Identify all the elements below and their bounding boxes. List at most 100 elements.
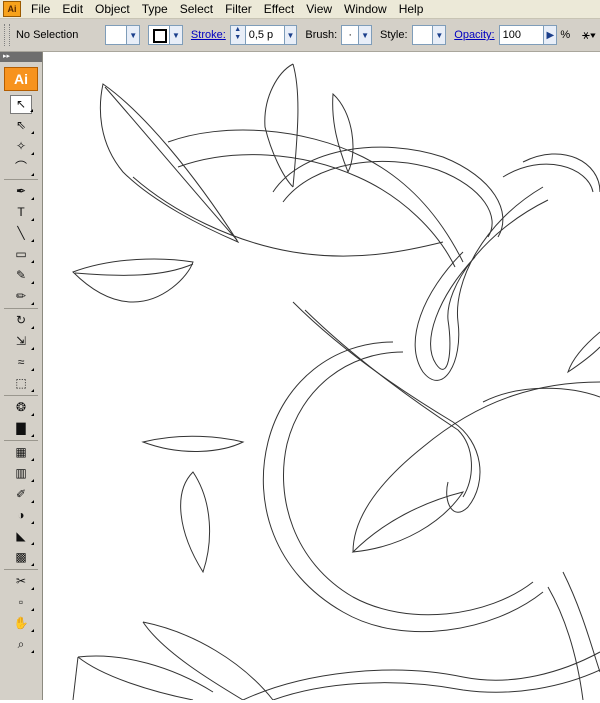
rotate-tool[interactable]: ↻ [10,311,34,330]
isolate-selection-icon[interactable]: ⚹▾ [578,26,600,44]
ribbon-path [562,571,600,673]
chevron-down-icon: ▼ [435,30,444,40]
style-label: Style: [380,29,408,41]
chevron-right-icon: ▶ [546,29,555,41]
warp-icon: ≈ [17,355,25,369]
blend-tool[interactable]: ◑ [10,506,34,525]
tool-separator [4,569,38,570]
app-icon[interactable]: Ai [3,1,21,17]
ribbon-path [283,351,534,616]
rectangle-tool[interactable]: ▭ [10,245,34,264]
ribbon-path [132,176,444,257]
menu-edit[interactable]: Edit [56,0,89,18]
eraser-tool[interactable]: ▫ [10,593,34,612]
brush-dropdown-button[interactable]: ▼ [359,25,373,45]
blend-icon: ◑ [17,508,25,522]
ribbon-path [304,309,472,498]
ribbon-path [272,669,600,701]
zoom-icon: ⌕ [17,637,25,651]
mesh-tool[interactable]: ▦ [10,443,34,462]
selection-icon: ↖ [15,97,27,111]
slice-tool[interactable]: ✂ [10,572,34,591]
chevron-down-icon: ▼ [361,30,370,40]
pen-tool[interactable]: ✒ [10,182,34,201]
gradient-icon: ▥ [15,466,27,480]
ribbon-path [502,163,594,193]
slice-icon: ✂ [15,574,27,588]
direct-selection-tool[interactable]: ⇖ [10,116,34,135]
stroke-swatch[interactable] [148,25,171,45]
menu-select[interactable]: Select [174,0,219,18]
type-tool[interactable]: T [10,203,34,222]
line-icon: ╲ [17,226,25,240]
eraser-icon: ▫ [18,595,24,609]
ribbon-path [262,341,544,633]
column-graph-tool[interactable]: ▇ [10,419,34,438]
live-paint-bucket-tool[interactable]: ◣ [10,527,34,546]
ribbon-path [282,160,493,238]
menu-view[interactable]: View [300,0,338,18]
opacity-input[interactable]: 100 [498,25,545,45]
menu-help[interactable]: Help [393,0,430,18]
leaf-shape [351,491,465,553]
leaf-shape [567,331,600,374]
paintbrush-tool[interactable]: ✎ [10,266,34,285]
control-bar-grip[interactable] [4,24,10,46]
tools-panel-header[interactable]: ▸▸ [0,52,42,62]
fill-dropdown-button[interactable]: ▼ [127,25,141,45]
stroke-weight-stepper[interactable]: ▲ ▼ [229,25,245,45]
chevron-down-icon: ▼ [172,30,180,40]
opacity-slider-button[interactable]: ▶ [544,25,558,45]
hand-tool[interactable]: ✋ [10,614,34,633]
menu-effect[interactable]: Effect [258,0,300,18]
pen-icon: ✒ [15,184,27,198]
symbol-sprayer-tool[interactable]: ❂ [10,398,34,417]
direct-selection-icon: ⇖ [15,118,27,132]
lasso-tool[interactable]: ⌒ [10,158,34,177]
stroke-weight-input[interactable]: 0,5 p [244,25,285,45]
leaf-vein [104,86,238,241]
style-dropdown-button[interactable]: ▼ [433,25,447,45]
gradient-tool[interactable]: ▥ [10,464,34,483]
paintbrush-icon: ✎ [15,268,27,282]
eyedropper-tool[interactable]: ✐ [10,485,34,504]
magic-wand-icon: ✧ [15,139,27,153]
scale-icon: ⇲ [15,334,27,348]
style-swatch[interactable] [411,25,434,45]
vector-artwork[interactable] [43,52,600,701]
stroke-color-dropdown-button[interactable]: ▼ [170,25,183,45]
chevron-up-icon: ▲ [234,26,242,33]
stroke-label[interactable]: Stroke: [191,29,226,41]
magic-wand-tool[interactable]: ✧ [10,137,34,156]
leaf-shape [141,435,245,452]
chevron-down-icon: ▼ [286,30,295,40]
scale-tool[interactable]: ⇲ [10,332,34,351]
tools-panel: ▸▸ Ai ↖ ⇖ ✧ ⌒ ✒ T ╲ ▭ ✎ ✏ ↻ ⇲ ≈ ⬚ ❂ ▇ ▦ ▥ ✐ ◑ ◣ ▩ ✂ ▫ ✋ ⌕ [0,52,43,700]
menu-file[interactable]: File [25,0,56,18]
menu-window[interactable]: Window [338,0,393,18]
selection-status: No Selection [15,29,79,41]
live-paint-bucket-icon: ◣ [16,529,26,543]
stroke-weight-dropdown-button[interactable]: ▼ [284,25,298,45]
leaf-shape [264,63,294,188]
zoom-tool[interactable]: ⌕ [10,635,34,654]
pencil-icon: ✏ [15,289,27,303]
opacity-unit: % [560,29,571,41]
free-transform-tool[interactable]: ⬚ [10,374,34,393]
warp-tool[interactable]: ≈ [10,353,34,372]
brush-selector[interactable]: · [341,25,360,45]
line-tool[interactable]: ╲ [10,224,34,243]
selection-tool[interactable]: ↖ [10,95,33,114]
menu-type[interactable]: Type [136,0,174,18]
type-icon: T [17,205,25,219]
artboard-canvas[interactable] [43,52,600,701]
menu-object[interactable]: Object [89,0,136,18]
opacity-label[interactable]: Opacity: [454,29,494,41]
stem-path [72,656,79,701]
fill-swatch[interactable] [105,25,128,45]
tool-separator [4,179,38,180]
leaf-shape [142,621,244,701]
menu-filter[interactable]: Filter [219,0,258,18]
live-paint-selection-tool[interactable]: ▩ [10,548,34,567]
pencil-tool[interactable]: ✏ [10,287,34,306]
